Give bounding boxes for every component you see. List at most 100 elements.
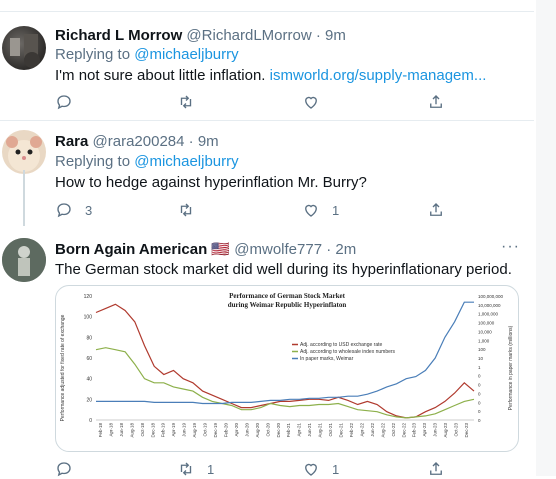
x-tick-label: Apr-18 (108, 423, 113, 437)
y-tick-right-label: 1,000 (478, 338, 490, 343)
y-tick-left-label: 120 (84, 294, 93, 300)
more-icon: ··· (501, 238, 520, 255)
reply-button[interactable] (55, 459, 85, 479)
y-tick-right-label: 1 (478, 365, 481, 370)
user-handle[interactable]: @RichardLMorrow (186, 27, 311, 44)
mention-link[interactable]: @michaeljburry (134, 153, 238, 170)
scrollbar[interactable] (536, 0, 556, 476)
x-tick-label: Apr-21 (297, 423, 302, 437)
reply-icon (57, 203, 71, 218)
chart-title: Performance of German Stock Market (229, 292, 346, 300)
tweet-actions: 3 1 (55, 200, 455, 220)
flag-emoji: 🇺🇸 (211, 241, 231, 258)
retweet-icon (180, 462, 192, 476)
tweet-text: The German stock market did well during … (55, 261, 512, 278)
reply-button[interactable] (55, 92, 85, 112)
tweet-header: Richard L Morrow @RichardLMorrow · 9m (55, 27, 346, 44)
x-tick-label: Jun-23 (433, 423, 438, 437)
x-tick-label: Oct-19 (203, 423, 208, 437)
retweet-button[interactable] (177, 92, 207, 112)
x-tick-label: Oct-22 (391, 423, 396, 437)
tweet-header: Born Again American 🇺🇸 @mwolfe777 · 2m (55, 240, 356, 258)
x-tick-label: Feb-19 (161, 423, 166, 438)
avatar[interactable] (2, 238, 46, 282)
y-tick-right-label: 0 (478, 400, 481, 405)
avatar-image (10, 34, 40, 68)
x-tick-label: Jun-22 (370, 423, 375, 437)
avatar[interactable] (2, 130, 46, 174)
x-tick-label: Dec-23 (464, 423, 469, 438)
tweet-actions: 1 1 (55, 459, 455, 479)
like-button[interactable] (302, 92, 332, 112)
y-tick-right-label: 0 (478, 374, 481, 379)
x-tick-label: Oct-23 (454, 423, 459, 437)
y-tick-right-label: 100,000 (478, 321, 495, 326)
tweet-body: I'm not sure about little inflation. (55, 67, 270, 84)
tweet-header: Rara @rara200284 · 9m (55, 133, 219, 150)
x-tick-label: Aug-21 (318, 423, 323, 438)
y-tick-right-label: 100,000,000 (478, 294, 504, 299)
tweet-media-chart[interactable]: Performance of German Stock Market durin… (55, 285, 519, 452)
x-tick-label: Apr-19 (171, 423, 176, 437)
replying-prefix: Replying to (55, 153, 135, 170)
x-tick-label: Aug-18 (129, 423, 134, 438)
timestamp[interactable]: · 9m (316, 27, 346, 44)
like-button[interactable]: 1 (302, 200, 339, 220)
y-tick-left-label: 60 (86, 356, 92, 362)
chart-subtitle: during Weimar Republic Hyperinflaton (228, 301, 347, 309)
retweet-button[interactable] (177, 200, 207, 220)
y-tick-right-label: 0 (478, 391, 481, 396)
x-tick-label: Apr-22 (359, 423, 364, 437)
y-tick-right-label: 10 (478, 356, 484, 361)
share-button[interactable] (427, 459, 445, 479)
url-link[interactable]: ismworld.org/supply-managem... (270, 67, 487, 84)
series-line-2 (95, 347, 475, 419)
x-tick-label: Feb-18 (98, 423, 103, 438)
y-tick-left-label: 80 (86, 335, 92, 341)
x-tick-label: Aug-20 (255, 423, 260, 438)
x-tick-label: Feb-23 (412, 423, 417, 438)
y-tick-right-label: 0 (478, 409, 481, 414)
display-name[interactable]: Richard L Morrow (55, 27, 182, 44)
x-tick-label: Jun-20 (244, 423, 249, 437)
retweet-count: 1 (207, 461, 215, 477)
retweet-icon (180, 95, 192, 109)
like-icon (305, 96, 317, 109)
y-tick-left-label: 20 (86, 397, 92, 403)
like-button[interactable]: 1 (302, 459, 339, 479)
x-tick-label: Apr-23 (422, 423, 427, 437)
more-options-button[interactable]: ··· (501, 238, 520, 256)
retweet-button[interactable]: 1 (177, 459, 214, 479)
timestamp[interactable]: · 9m (189, 133, 219, 150)
x-tick-label: Oct-20 (265, 423, 270, 437)
x-tick-label: Aug-22 (380, 423, 385, 438)
reply-icon (57, 462, 71, 477)
display-name[interactable]: Born Again American (55, 241, 207, 258)
x-tick-label: Jun-21 (307, 423, 312, 437)
user-handle[interactable]: @rara200284 (93, 133, 185, 150)
share-icon (430, 203, 442, 216)
tweet-rara[interactable]: Rara @rara200284 · 9m Replying to @micha… (0, 121, 534, 225)
replying-prefix: Replying to (55, 46, 135, 63)
like-count: 1 (332, 202, 340, 218)
share-button[interactable] (427, 92, 445, 112)
avatar[interactable] (2, 26, 46, 70)
tweet-richard[interactable]: Richard L Morrow @RichardLMorrow · 9m Re… (0, 0, 534, 120)
y-tick-left-label: 100 (84, 315, 93, 321)
mention-link[interactable]: @michaeljburry (134, 46, 238, 63)
user-handle[interactable]: @mwolfe777 (234, 241, 322, 258)
x-tick-label: Oct-18 (140, 423, 145, 437)
y-tick-left-label: 40 (86, 377, 92, 383)
legend-entry: Adj. according to wholesale index number… (300, 349, 396, 355)
avatar-image (2, 238, 46, 282)
timestamp[interactable]: · 2m (326, 241, 356, 258)
x-tick-label: Dec-22 (401, 423, 406, 438)
like-icon (305, 463, 317, 476)
reply-button[interactable]: 3 (55, 200, 92, 220)
display-name[interactable]: Rara (55, 133, 88, 150)
like-count: 1 (332, 461, 340, 477)
x-tick-label: Jun-18 (119, 423, 124, 437)
legend-entry: Adj. according to USD exchange rate (300, 342, 382, 348)
x-tick-label: Aug-19 (192, 423, 197, 438)
share-button[interactable] (427, 200, 445, 220)
